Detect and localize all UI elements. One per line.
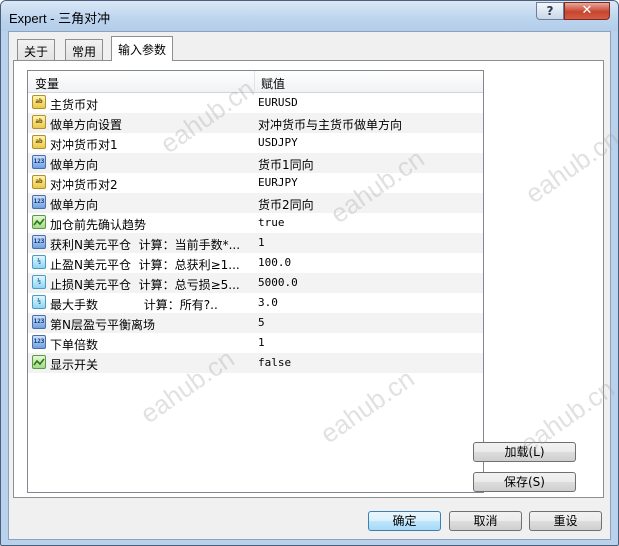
parameter-value[interactable]: EURUSD: [258, 96, 298, 109]
string-type-icon: ab: [32, 135, 46, 149]
parameter-value[interactable]: 对冲货币与主货币做单方向: [258, 116, 402, 133]
window-title: Expert - 三角对冲: [9, 11, 111, 26]
table-row[interactable]: 显示开关 false: [28, 353, 483, 373]
parameter-value[interactable]: USDJPY: [258, 136, 298, 149]
table-row[interactable]: 123 下单倍数 1: [28, 333, 483, 353]
close-button[interactable]: ✕: [564, 2, 610, 20]
table-row[interactable]: 123 第N层盈亏平衡离场 5: [28, 313, 483, 333]
parameter-name: 第N层盈亏平衡离场: [50, 318, 155, 332]
parameter-value[interactable]: false: [258, 356, 291, 369]
parameters-table[interactable]: 变量 赋值 ab 主货币对 EURUSD ab 做单方向设置 对冲货币与主货币做单方向 ab…: [27, 70, 484, 493]
table-row[interactable]: ½ 最大手数 计算：所有?.. 3.0: [28, 293, 483, 313]
table-row[interactable]: 123 获利N美元平仓 计算：当前手数*... 1: [28, 233, 483, 253]
parameter-name: 止损N美元平仓 计算：总亏损≥5...: [50, 278, 240, 292]
parameter-name: 做单方向设置: [50, 118, 123, 132]
integer-type-icon: 123: [32, 235, 46, 249]
parameter-value[interactable]: 100.0: [258, 256, 291, 269]
parameter-name: 加仓前先确认趋势: [50, 218, 147, 232]
parameter-value[interactable]: 货币1同向: [258, 156, 314, 173]
load-button[interactable]: 加载(L): [473, 442, 576, 462]
parameter-name: 显示开关: [50, 358, 99, 372]
parameter-value[interactable]: 货币2同向: [258, 196, 314, 213]
integer-type-icon: 123: [32, 315, 46, 329]
parameter-name: 对冲货币对2: [50, 178, 118, 192]
string-type-icon: ab: [32, 175, 46, 189]
title-bar[interactable]: Expert - 三角对冲 ? ✕: [1, 1, 618, 31]
double-type-icon: ½: [32, 275, 46, 289]
double-type-icon: ½: [32, 295, 46, 309]
table-row[interactable]: ab 主货币对 EURUSD: [28, 93, 483, 113]
parameter-name: 下单倍数: [50, 338, 99, 352]
parameter-name: 最大手数 计算：所有?..: [50, 298, 218, 312]
parameter-name: 对冲货币对1: [50, 138, 118, 152]
table-row[interactable]: ab 对冲货币对2 EURJPY: [28, 173, 483, 193]
parameter-value[interactable]: EURJPY: [258, 176, 298, 189]
help-button[interactable]: ?: [536, 2, 564, 20]
table-row[interactable]: ½ 止盈N美元平仓 计算：总获利≥1... 100.0: [28, 253, 483, 273]
integer-type-icon: 123: [32, 335, 46, 349]
inputs-panel: 变量 赋值 ab 主货币对 EURUSD ab 做单方向设置 对冲货币与主货币做单方向 ab…: [13, 60, 618, 498]
tab-about[interactable]: 关于: [17, 39, 56, 60]
parameter-value[interactable]: 5: [258, 316, 265, 329]
table-row[interactable]: 123 做单方向 货币1同向: [28, 153, 483, 173]
tab-common[interactable]: 常用: [65, 39, 104, 60]
parameter-name: 做单方向: [50, 198, 99, 212]
table-row[interactable]: 加仓前先确认趋势 true: [28, 213, 483, 233]
table-row[interactable]: ab 对冲货币对1 USDJPY: [28, 133, 483, 153]
table-row[interactable]: ½ 止损N美元平仓 计算：总亏损≥5... 5000.0: [28, 273, 483, 293]
parameter-value[interactable]: 3.0: [258, 296, 278, 309]
table-header: 变量 赋值: [28, 71, 483, 93]
string-type-icon: ab: [32, 115, 46, 129]
column-divider[interactable]: [254, 71, 255, 93]
double-type-icon: ½: [32, 255, 46, 269]
table-row[interactable]: ab 做单方向设置 对冲货币与主货币做单方向: [28, 113, 483, 133]
parameter-value[interactable]: 1: [258, 236, 265, 249]
string-type-icon: ab: [32, 95, 46, 109]
parameter-name: 做单方向: [50, 158, 99, 172]
expert-dialog: Expert - 三角对冲 ? ✕ 关于 常用 输入参数 变量 赋值 ab 主货币…: [0, 0, 619, 546]
table-row[interactable]: 123 做单方向 货币2同向: [28, 193, 483, 213]
cancel-button[interactable]: 取消: [449, 511, 522, 531]
integer-type-icon: 123: [32, 155, 46, 169]
tab-inputs[interactable]: 输入参数: [111, 36, 174, 61]
dialog-client: 关于 常用 输入参数 变量 赋值 ab 主货币对 EURUSD ab 做单方向设置 对冲货…: [8, 31, 618, 540]
parameter-value[interactable]: 5000.0: [258, 276, 298, 289]
boolean-type-icon: [32, 215, 46, 229]
save-button[interactable]: 保存(S): [473, 472, 576, 492]
parameter-name: 主货币对: [50, 98, 99, 112]
integer-type-icon: 123: [32, 195, 46, 209]
parameter-name: 止盈N美元平仓 计算：总获利≥1...: [50, 258, 240, 272]
parameter-value[interactable]: 1: [258, 336, 265, 349]
ok-button[interactable]: 确定: [368, 511, 441, 531]
parameter-name: 获利N美元平仓 计算：当前手数*...: [50, 238, 241, 252]
parameter-value[interactable]: true: [258, 216, 285, 229]
column-variable[interactable]: 变量: [35, 75, 59, 92]
boolean-type-icon: [32, 355, 46, 369]
column-value[interactable]: 赋值: [261, 75, 285, 92]
watermark: eahub.cn: [519, 123, 619, 210]
reset-button[interactable]: 重设: [529, 511, 602, 531]
